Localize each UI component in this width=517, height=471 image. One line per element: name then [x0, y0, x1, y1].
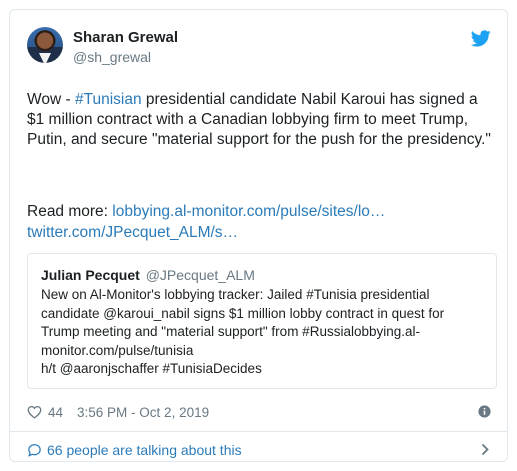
tweet-meta: 44 3:56 PM - Oct 2, 2019 — [27, 402, 209, 422]
author-handle[interactable]: @sh_grewal — [73, 49, 151, 65]
tweet-text: Wow - #Tunisian presidential candidate N… — [27, 90, 497, 150]
quoted-line: candidate @karoui_nabil signs $1 million… — [41, 305, 445, 321]
tweet-text-start: Wow - — [27, 91, 75, 108]
heart-icon[interactable] — [27, 405, 42, 419]
conversation-link[interactable]: 66 people are talking about this — [27, 440, 242, 460]
quoted-line: monitor.com/pulse/tunisia — [41, 342, 194, 358]
quoted-tweet-header: Julian Pecquet @JPecquet_ALM — [41, 267, 255, 283]
divider — [10, 431, 507, 432]
quoted-author-name: Julian Pecquet — [41, 267, 140, 283]
speech-bubble-icon — [28, 444, 41, 457]
quoted-tweet-text: New on Al-Monitor's lobbying tracker: Ja… — [41, 286, 486, 379]
talking-count[interactable]: 66 people are talking about this — [47, 442, 242, 458]
avatar[interactable] — [27, 27, 63, 63]
twitter-bird-icon[interactable] — [471, 30, 491, 47]
hashtag-link[interactable]: #Tunisian — [75, 91, 142, 108]
read-more-label: Read more: — [27, 203, 113, 220]
quoted-line: New on Al-Monitor's lobbying tracker: Ja… — [41, 287, 430, 302]
tweet-header: Sharan Grewal @sh_grewal — [10, 10, 507, 80]
quoted-tweet-link[interactable]: twitter.com/JPecquet_ALM/s… — [27, 224, 238, 241]
timestamp[interactable]: 3:56 PM - Oct 2, 2019 — [77, 405, 209, 420]
chevron-right-icon[interactable] — [481, 443, 489, 456]
article-link[interactable]: lobbying.al-monitor.com/pulse/sites/lo… — [112, 203, 385, 220]
quoted-line: Trump meeting and "material support" fro… — [41, 324, 421, 339]
quoted-line: h/t @aaronjschaffer #TunisiaDecides — [41, 361, 262, 376]
quoted-tweet[interactable]: Julian Pecquet @JPecquet_ALM New on Al-M… — [27, 253, 497, 389]
quoted-author-handle: @JPecquet_ALM — [145, 267, 255, 283]
read-more: Read more: lobbying.al-monitor.com/pulse… — [27, 201, 497, 243]
author-name[interactable]: Sharan Grewal — [73, 29, 178, 46]
tweet-card: Sharan Grewal @sh_grewal Wow - #Tunisian… — [9, 9, 508, 462]
info-icon[interactable] — [478, 405, 491, 418]
like-count[interactable]: 44 — [48, 405, 63, 420]
